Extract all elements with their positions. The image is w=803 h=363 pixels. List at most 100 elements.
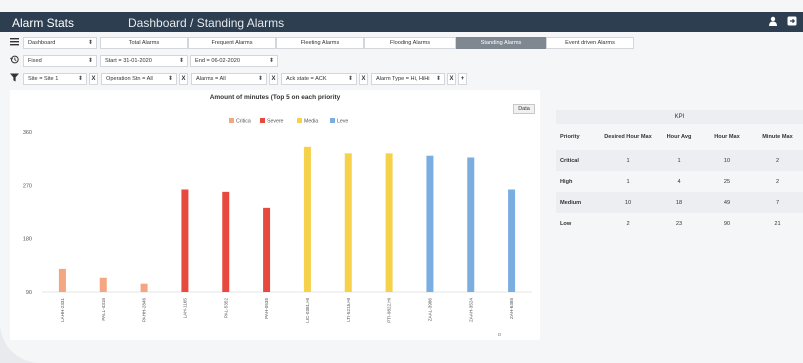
site-filter[interactable]: Site = Site 1 ⬍	[23, 73, 87, 85]
menu-icon[interactable]	[10, 37, 20, 47]
tab-fleeting-alarms[interactable]: Fleeting Alarms	[276, 37, 364, 49]
kpi-cell: 25	[723, 178, 731, 185]
kpi-cell: 49	[723, 199, 731, 206]
tab-total-alarms[interactable]: Total Alarms	[100, 37, 188, 49]
legend-swatch	[260, 118, 265, 123]
bar	[263, 207, 271, 292]
bar	[508, 189, 516, 292]
filter-row: Site = Site 1 ⬍ X Operation Stn = All ⬍ X …	[0, 72, 803, 86]
bar	[140, 283, 148, 292]
chart-panel: Amount of minutes (Top 5 on each priorit…	[10, 90, 540, 340]
start-date-select[interactable]: Start = 31-01-2020 ⬍	[100, 55, 188, 67]
chevron-updown-icon: ⬍	[87, 58, 93, 64]
kpi-row: High 1 4 25 2	[556, 171, 803, 192]
kpi-row: Medium 10 18 49 7	[556, 192, 803, 213]
y-tick-label: 270	[23, 183, 32, 189]
kpi-col-header: Minute Max	[762, 134, 793, 140]
chevron-updown-icon: ⬍	[268, 58, 274, 64]
legend-label: Severe	[267, 119, 284, 125]
bar-chart: 90 180 270 360 Critica Severe Media Leve LAHH-23…	[23, 118, 532, 337]
x-tick-label: LTI-5215.HI	[346, 298, 351, 322]
chevron-updown-icon: ⬍	[178, 58, 184, 64]
kpi-table: Priority Desired Hour Max Hour Avg Hour …	[556, 124, 803, 234]
x-tick-label: PAH-0535	[264, 298, 269, 319]
x-axis-label: D	[498, 332, 502, 337]
kpi-cell: 4	[677, 178, 681, 185]
kpi-row: Critical 1 1 10 2	[556, 150, 803, 171]
app-title: Alarm Stats	[12, 16, 75, 30]
x-tick-label: PAL-5352	[223, 298, 228, 319]
dashboard-select[interactable]: Dashboard ⬍	[23, 37, 97, 49]
x-tick-label: ZAH-6385	[509, 298, 514, 319]
kpi-cell: Critical	[560, 157, 579, 164]
add-filter-button[interactable]: +	[458, 73, 467, 85]
chevron-updown-icon: ⬍	[435, 76, 441, 82]
kpi-cell: 1	[677, 157, 681, 164]
alarms-filter[interactable]: Alarms = All ⬍	[191, 73, 267, 85]
time-mode-select[interactable]: Fixed ⬍	[23, 55, 97, 67]
kpi-cell: 18	[675, 199, 683, 206]
bar	[222, 191, 230, 292]
y-tick-label: 90	[26, 290, 32, 296]
bar	[385, 153, 393, 292]
legend-swatch	[330, 118, 335, 123]
kpi-cell: Low	[560, 220, 572, 227]
site-filter-clear-button[interactable]: X	[89, 73, 98, 85]
kpi-col-header: Desired Hour Max	[604, 134, 652, 140]
user-icon[interactable]	[768, 16, 778, 26]
kpi-cell: 1	[626, 157, 630, 164]
alarm-type-filter-clear-button[interactable]: X	[447, 73, 456, 85]
y-tick-label: 360	[23, 130, 32, 136]
chevron-updown-icon: ⬍	[77, 76, 83, 82]
operator-filter-clear-button[interactable]: X	[179, 73, 188, 85]
x-tick-label: LAHH-2331	[60, 298, 65, 322]
kpi-title: KPI	[556, 110, 803, 124]
kpi-cell: 2	[775, 157, 780, 164]
tab-standing-alarms[interactable]: Standing Alarms	[456, 37, 546, 49]
kpi-col-header: Hour Avg	[666, 134, 692, 140]
legend-swatch	[229, 118, 234, 123]
bar	[467, 157, 475, 292]
x-tick-label: ZAAH-3524	[468, 298, 473, 322]
x-tick-label: ZAAL-3986	[427, 298, 432, 322]
kpi-cell: 1	[626, 178, 630, 185]
legend-label: Critica	[236, 119, 251, 125]
nav-row: Dashboard ⬍ Total Alarms Frequent Alarms …	[0, 36, 803, 50]
kpi-col-header: Hour Max	[714, 134, 740, 140]
kpi-cell: 10	[624, 199, 632, 206]
logout-icon[interactable]	[787, 16, 797, 26]
tab-event-driven-alarms[interactable]: Event driven Alarms	[546, 37, 634, 49]
chevron-updown-icon: ⬍	[167, 76, 173, 82]
breadcrumb: Dashboard / Standing Alarms	[128, 16, 285, 30]
bar	[426, 155, 434, 292]
legend-label: Leve	[337, 119, 348, 125]
bar	[344, 153, 352, 292]
legend-swatch	[297, 118, 302, 123]
ack-state-filter-clear-button[interactable]: X	[359, 73, 368, 85]
kpi-cell: 7	[775, 199, 780, 206]
kpi-col-header: Priority	[560, 134, 580, 140]
legend-label: Media	[304, 119, 318, 125]
chevron-updown-icon: ⬍	[257, 76, 263, 82]
kpi-cell: 23	[675, 220, 683, 227]
alarm-type-filter[interactable]: Alarm Type = Hi, HiHi ⬍	[371, 73, 445, 85]
bar	[99, 277, 107, 292]
alarms-filter-clear-button[interactable]: X	[269, 73, 278, 85]
y-tick-label: 180	[23, 237, 32, 243]
kpi-cell: High	[560, 178, 573, 185]
chevron-updown-icon: ⬍	[87, 40, 93, 46]
top-bar: Alarm Stats Dashboard / Standing Alarms	[0, 12, 803, 32]
tab-flooding-alarms[interactable]: Flooding Alarms	[364, 37, 456, 49]
operator-filter[interactable]: Operation Stn = All ⬍	[101, 73, 177, 85]
tab-frequent-alarms[interactable]: Frequent Alarms	[188, 37, 276, 49]
ack-state-filter[interactable]: Ack state = ACK ⬍	[281, 73, 357, 85]
chevron-updown-icon: ⬍	[347, 76, 353, 82]
time-row: Fixed ⬍ Start = 31-01-2020 ⬍ End = 06-02-2…	[0, 54, 803, 68]
end-date-select[interactable]: End = 06-02-2020 ⬍	[190, 55, 278, 67]
kpi-row: Low 2 23 90 21	[556, 213, 803, 234]
kpi-cell: 2	[775, 178, 780, 185]
bar	[303, 146, 311, 292]
x-tick-label: PAHH-2846	[142, 298, 147, 323]
kpi-cell: 10	[723, 157, 731, 164]
bar	[58, 268, 66, 292]
